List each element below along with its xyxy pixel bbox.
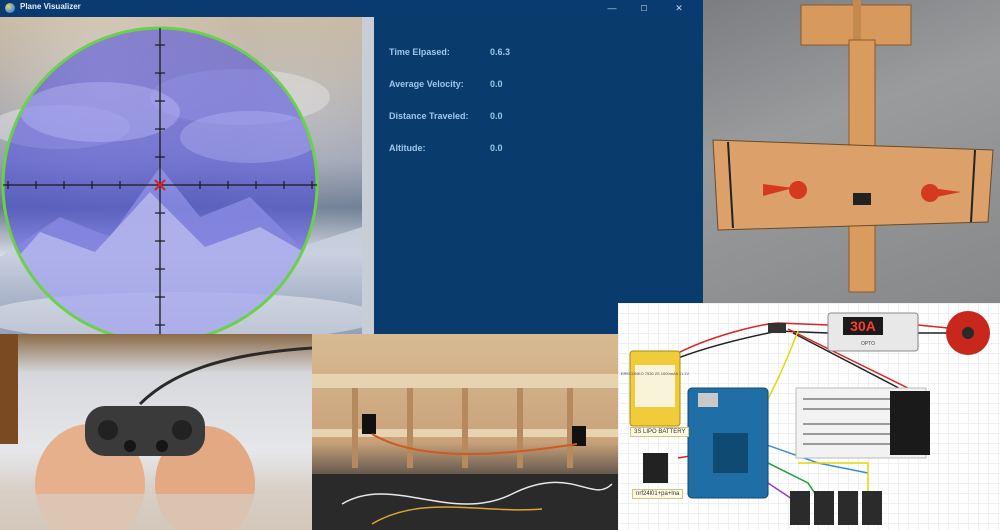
time-elapsed-value: 0.6.3: [490, 47, 511, 57]
wing: [712, 139, 994, 231]
panel-divider: [362, 17, 374, 334]
controller-photo: [0, 334, 312, 530]
wood-frame: [0, 334, 18, 444]
minimize-button[interactable]: —: [598, 1, 626, 16]
distance-traveled-label: Distance Traveled:: [389, 111, 469, 121]
left-stick: [124, 440, 136, 452]
average-velocity-label: Average Velocity:: [389, 79, 464, 89]
plane-photo: [703, 0, 1000, 303]
window-title: Plane Visualizer: [20, 2, 81, 11]
esc-label: OPTO: [861, 341, 875, 347]
altitude-label: Altitude:: [389, 143, 426, 153]
sleeve: [0, 494, 312, 530]
power-module: [890, 391, 930, 455]
telemetry-panel: Time Elpased: 0.6.3 Average Velocity: 0.…: [374, 17, 703, 334]
battery-caption: 3S LIPO BATTERY: [630, 427, 690, 437]
attitude-scope: [0, 26, 362, 334]
servo-right: [572, 426, 586, 446]
wing-internals-photo: [312, 334, 618, 530]
plane-visualizer-window: Plane Visualizer — ☐ ✕ Time Elpased: 0.6…: [0, 0, 703, 334]
cloud: [180, 111, 317, 163]
maximize-button[interactable]: ☐: [630, 1, 658, 16]
app-icon: [5, 3, 15, 13]
microcontroller: [713, 433, 748, 473]
face-buttons: [172, 420, 192, 440]
wire: [677, 330, 829, 359]
dpad: [98, 420, 118, 440]
visualizer-panel: [0, 17, 362, 334]
servos: [790, 491, 882, 525]
servo-block: [853, 193, 871, 205]
title-bar: Plane Visualizer — ☐ ✕: [0, 0, 703, 17]
distance-traveled-value: 0.0: [490, 111, 503, 121]
battery-spec: ERECONKO 7530 2S 1000mAh 11.1V: [621, 371, 690, 376]
motor-hub: [962, 327, 974, 339]
power-switch: [768, 323, 786, 333]
radio-caption: nrf24l01+pa+lna: [632, 489, 684, 499]
time-elapsed-label: Time Elpased:: [389, 47, 450, 57]
usb-port: [698, 393, 718, 407]
controller-cable: [138, 346, 312, 406]
close-button[interactable]: ✕: [665, 1, 693, 16]
right-stick: [156, 440, 168, 452]
altitude-value: 0.0: [490, 143, 503, 153]
roundel-left: [789, 181, 807, 199]
wing-spar: [312, 374, 618, 388]
cutting-mat: [312, 474, 618, 530]
radio-module: [643, 453, 668, 483]
average-velocity-value: 0.0: [490, 79, 503, 89]
wing-ribs: [352, 388, 573, 468]
esc-rating: 30A: [850, 318, 876, 334]
wiring-diagram: 30A OPTO ERECONKO 7530 2S 1000mAh 11.1V: [618, 303, 1000, 530]
tail-fin: [853, 0, 861, 45]
servo-left: [362, 414, 376, 434]
cloud: [20, 82, 180, 142]
